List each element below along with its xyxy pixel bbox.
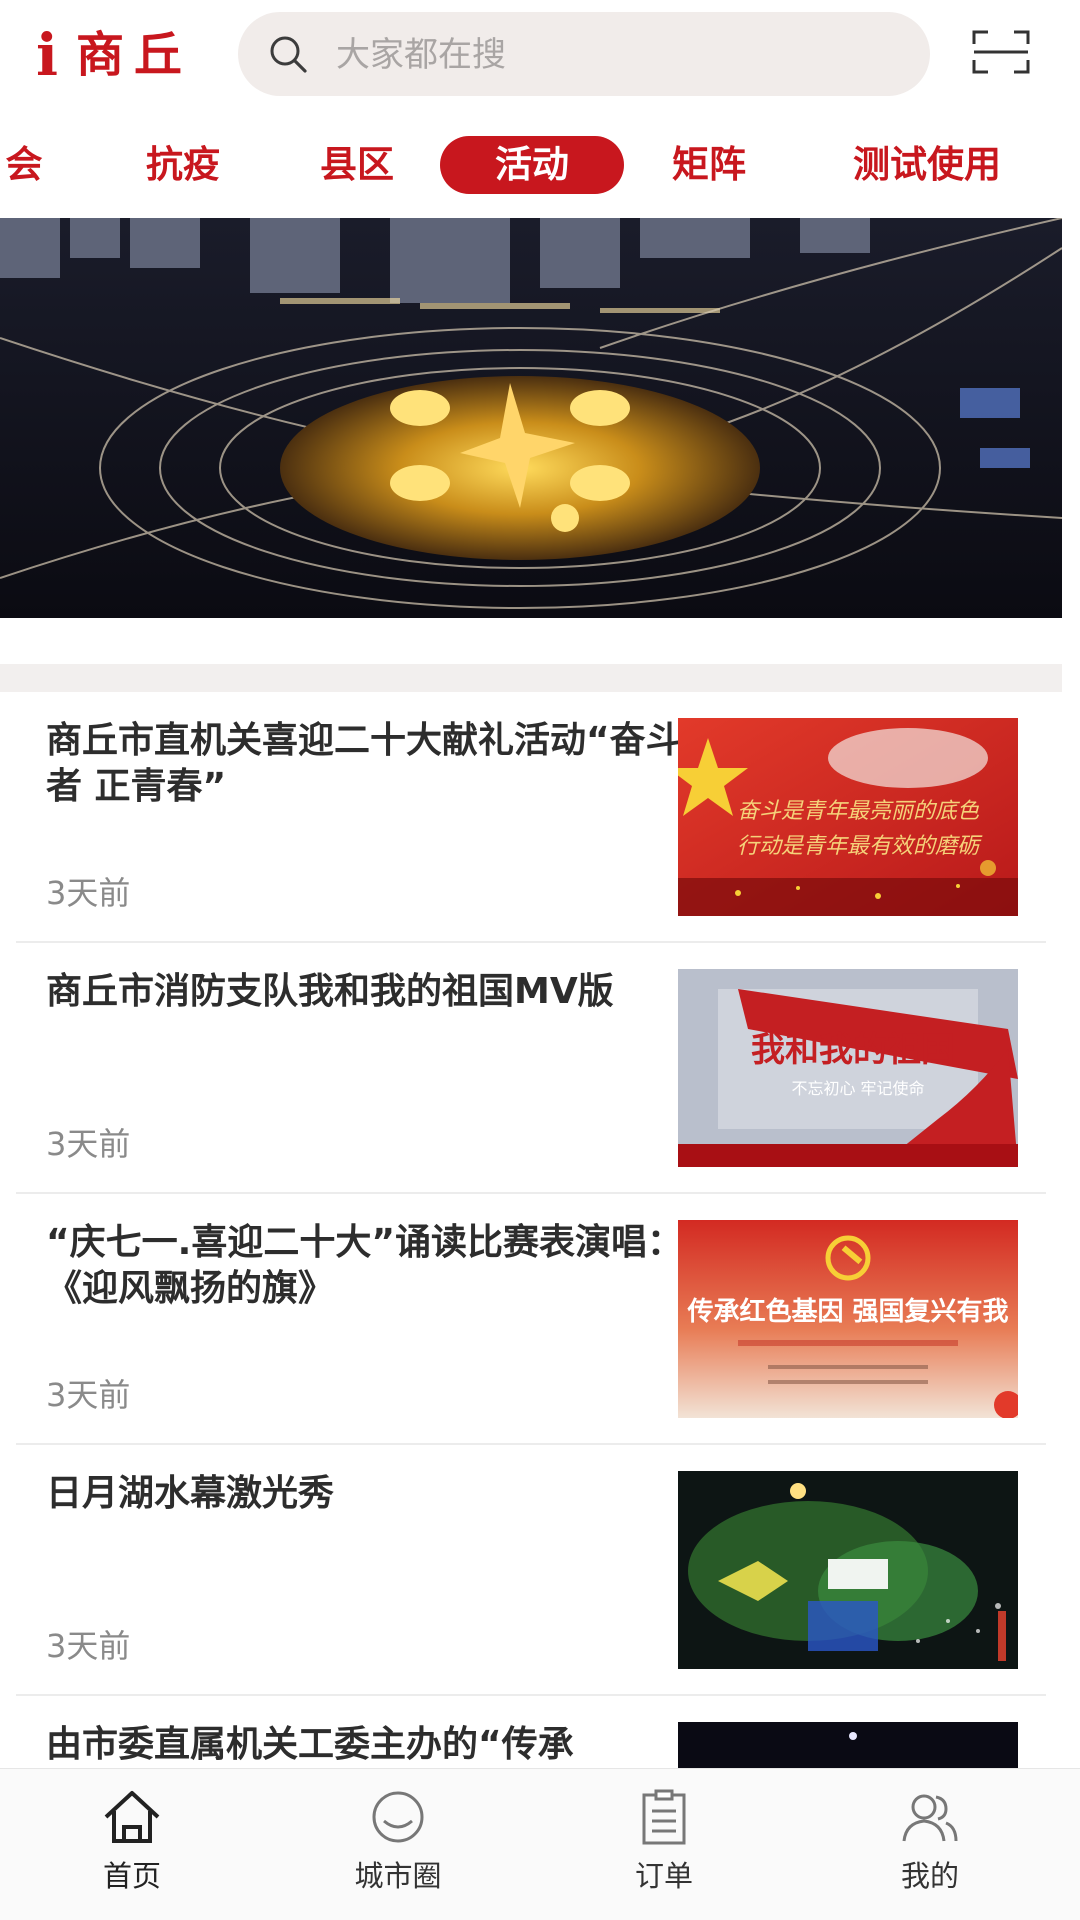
- bottom-nav: 首页 城市圈 订单 我的: [0, 1768, 1080, 1920]
- news-item[interactable]: 日月湖水幕激光秀 3天前: [16, 1445, 1046, 1696]
- section-divider: [0, 664, 1062, 692]
- nav-label: 订单: [634, 1859, 693, 1893]
- news-item[interactable]: 商丘市直机关喜迎二十大献礼活动“奋斗者 正青春” 3天前 奋斗是青年最亮丽的底色…: [16, 692, 1046, 943]
- nav-city-circle[interactable]: 城市圈: [308, 1787, 488, 1907]
- thumb-text: 传承红色基因 强国复兴有我: [686, 1296, 1008, 1327]
- news-list: 商丘市直机关喜迎二十大献礼活动“奋斗者 正青春” 3天前 奋斗是青年最亮丽的底色…: [16, 692, 1046, 1768]
- nav-order[interactable]: 订单: [574, 1787, 754, 1907]
- logo-i: i: [36, 21, 59, 89]
- news-time: 3天前: [46, 1125, 131, 1163]
- tab-partial[interactable]: 会: [0, 136, 54, 194]
- news-thumbnail: 奋斗是青年最亮丽的底色 行动是青年最有效的磨砺: [678, 718, 1018, 916]
- search-bar[interactable]: [238, 12, 930, 96]
- nav-mine[interactable]: 我的: [840, 1787, 1020, 1907]
- news-time: 3天前: [46, 874, 131, 912]
- nav-home[interactable]: 首页: [42, 1787, 222, 1907]
- news-thumbnail: 我和我的祖国 不忘初心 牢记使命: [678, 969, 1018, 1167]
- news-title: “庆七一.喜迎二十大”诵读比赛表演唱：《迎风飘扬的旗》: [46, 1222, 683, 1309]
- news-title: 商丘市直机关喜迎二十大献礼活动“奋斗者 正青春”: [46, 720, 682, 807]
- city-circle-icon: [372, 1791, 424, 1843]
- tab-activity[interactable]: 活动: [440, 136, 624, 194]
- thumb-text: 我和我的祖国: [751, 1030, 955, 1070]
- news-item[interactable]: “庆七一.喜迎二十大”诵读比赛表演唱：《迎风飘扬的旗》 3天前 传承红色基因 强…: [16, 1194, 1046, 1445]
- news-title: 由市委直属机关工委主办的“传承: [46, 1724, 574, 1765]
- search-icon: [270, 36, 307, 73]
- nav-label: 城市圈: [354, 1859, 442, 1893]
- app-logo[interactable]: i 商丘: [36, 20, 192, 90]
- news-thumbnail: [678, 1471, 1018, 1669]
- nav-label: 首页: [102, 1859, 161, 1893]
- home-icon: [104, 1791, 160, 1843]
- nav-label: 我的: [900, 1859, 959, 1893]
- thumb-text: 奋斗是青年最亮丽的底色: [737, 799, 980, 824]
- news-thumbnail: [678, 1722, 1018, 1768]
- scan-icon[interactable]: [972, 28, 1030, 76]
- search-input[interactable]: [334, 26, 898, 84]
- app-screen: i 商丘 会 抗疫 县区 活动 矩阵 测试使用: [0, 0, 1080, 1920]
- news-thumbnail: 传承红色基因 强国复兴有我: [678, 1220, 1018, 1418]
- tab-matrix[interactable]: 矩阵: [654, 136, 764, 194]
- thumb-text: 行动是青年最有效的磨砺: [737, 834, 983, 859]
- category-tabs: 会 抗疫 县区 活动 矩阵 测试使用: [0, 128, 1080, 208]
- user-icon: [902, 1794, 958, 1842]
- order-icon: [642, 1789, 686, 1845]
- banner-image[interactable]: [0, 218, 1062, 618]
- thumb-text: 不忘初心 牢记使命: [791, 1079, 924, 1098]
- news-time: 3天前: [46, 1627, 131, 1665]
- tab-test[interactable]: 测试使用: [832, 136, 1022, 194]
- news-title: 日月湖水幕激光秀: [46, 1473, 335, 1514]
- tab-epidemic[interactable]: 抗疫: [128, 136, 238, 194]
- logo-text: 商丘: [76, 27, 193, 83]
- news-title: 商丘市消防支队我和我的祖国MV版: [46, 971, 614, 1012]
- top-header: i 商丘: [0, 0, 1080, 110]
- news-item[interactable]: 由市委直属机关工委主办的“传承: [16, 1696, 1046, 1768]
- news-item[interactable]: 商丘市消防支队我和我的祖国MV版 3天前 我和我的祖国 不忘初心 牢记使命: [16, 943, 1046, 1194]
- tab-county[interactable]: 县区: [302, 136, 412, 194]
- news-time: 3天前: [46, 1376, 131, 1414]
